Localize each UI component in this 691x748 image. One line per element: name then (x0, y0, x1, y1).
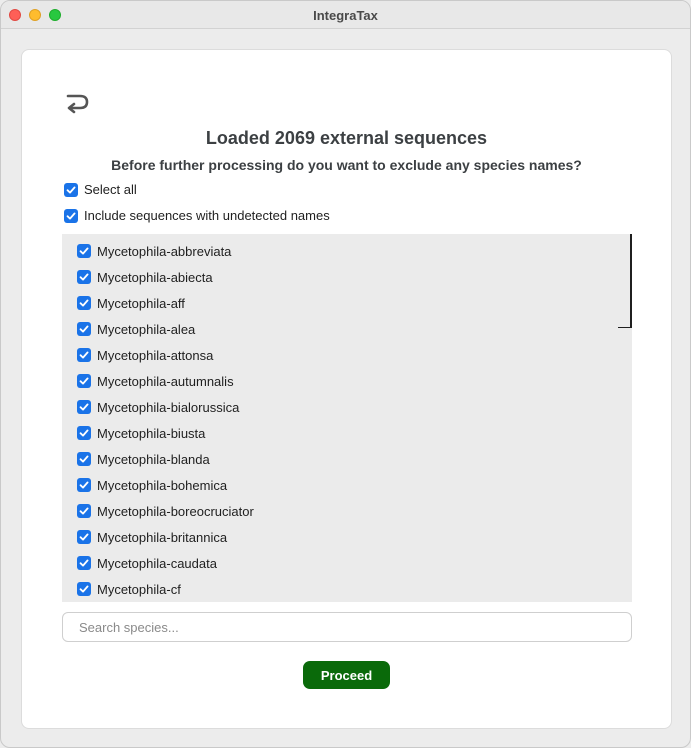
species-label: Mycetophila-attonsa (97, 347, 214, 363)
species-label: Mycetophila-bohemica (97, 477, 228, 493)
species-checkbox[interactable] (77, 296, 91, 310)
species-label: Mycetophila-bialorussica (97, 399, 240, 415)
checkmark-icon (79, 247, 89, 255)
undo-arrow-icon (66, 94, 89, 114)
select-all-option[interactable]: Select all (64, 182, 137, 197)
species-label: Mycetophila-autumnalis (97, 373, 234, 389)
select-all-checkbox[interactable] (64, 182, 78, 197)
checkmark-icon (79, 299, 89, 307)
species-list-item[interactable]: Mycetophila-attonsa (77, 346, 213, 364)
species-list-item[interactable]: Mycetophila-abiecta (77, 268, 213, 286)
species-list-item[interactable]: Mycetophila-aff (77, 294, 185, 312)
species-label: Mycetophila-aff (97, 295, 185, 311)
checkmark-icon (79, 559, 89, 567)
checkmark-icon (79, 351, 89, 359)
species-checkbox[interactable] (77, 582, 91, 596)
checkmark-icon (79, 481, 89, 489)
species-list-item[interactable]: Mycetophila-bialorussica (77, 398, 239, 416)
species-label: Mycetophila-cf (97, 581, 181, 597)
window-title: IntegraTax (313, 8, 378, 23)
species-label: Mycetophila-boreocruciator (97, 503, 254, 519)
species-list-item[interactable]: Mycetophila-abbreviata (77, 242, 231, 260)
species-checkbox[interactable] (77, 322, 91, 336)
species-checkbox[interactable] (77, 400, 91, 414)
include-undetected-checkbox[interactable] (64, 208, 78, 223)
select-all-label: Select all (84, 182, 137, 197)
species-checkbox[interactable] (77, 244, 91, 258)
species-checkbox[interactable] (77, 348, 91, 362)
include-undetected-option[interactable]: Include sequences with undetected names (64, 208, 330, 223)
checkmark-icon (79, 325, 89, 333)
species-label: Mycetophila-blanda (97, 451, 210, 467)
checkmark-icon (79, 585, 89, 593)
species-list[interactable]: Mycetophila-abbreviata Mycetophila-abiect… (62, 234, 632, 602)
search-input[interactable] (62, 612, 632, 642)
species-list-item[interactable]: Mycetophila-boreocruciator (77, 502, 254, 520)
include-undetected-label: Include sequences with undetected names (84, 208, 330, 223)
app-window: IntegraTax Loaded 2069 external sequence… (0, 0, 691, 748)
species-list-item[interactable]: Mycetophila-britannica (77, 528, 227, 546)
checkmark-icon (66, 212, 76, 219)
proceed-button[interactable]: Proceed (303, 661, 390, 689)
species-checkbox[interactable] (77, 530, 91, 544)
checkmark-icon (79, 273, 89, 281)
species-checkbox[interactable] (77, 504, 91, 518)
species-list-item[interactable]: Mycetophila-biusta (77, 424, 205, 442)
species-label: Mycetophila-biusta (97, 425, 206, 441)
species-label: Mycetophila-alea (97, 321, 196, 337)
checkmark-icon (66, 186, 76, 193)
species-label: Mycetophila-britannica (97, 529, 228, 545)
checkmark-icon (79, 533, 89, 541)
species-label: Mycetophila-caudata (97, 555, 217, 571)
species-list-item[interactable]: Mycetophila-bohemica (77, 476, 227, 494)
species-checkbox[interactable] (77, 374, 91, 388)
species-label: Mycetophila-abbreviata (97, 243, 232, 259)
species-checkbox[interactable] (77, 452, 91, 466)
checkmark-icon (79, 403, 89, 411)
page-subtitle: Before further processing do you want to… (111, 157, 582, 173)
species-label: Mycetophila-abiecta (97, 269, 213, 285)
species-checkbox[interactable] (77, 270, 91, 284)
page-title: Loaded 2069 external sequences (205, 128, 488, 148)
species-list-item[interactable]: Mycetophila-caudata (77, 554, 217, 572)
species-checkbox[interactable] (77, 478, 91, 492)
species-list-item[interactable]: Mycetophila-autumnalis (77, 372, 234, 390)
species-list-item[interactable]: Mycetophila-blanda (77, 450, 210, 468)
species-list-item[interactable]: Mycetophila-alea (77, 320, 195, 338)
species-list-item[interactable]: Mycetophila-cf (77, 580, 181, 598)
title-bar: IntegraTax (1, 1, 690, 29)
species-checkbox[interactable] (77, 556, 91, 570)
back-button[interactable] (62, 90, 92, 118)
checkmark-icon (79, 429, 89, 437)
checkmark-icon (79, 507, 89, 515)
main-panel: Loaded 2069 external sequences Before fu… (21, 49, 672, 729)
checkmark-icon (79, 455, 89, 463)
checkmark-icon (79, 377, 89, 385)
list-scrollbar[interactable] (618, 234, 632, 328)
species-checkbox[interactable] (77, 426, 91, 440)
